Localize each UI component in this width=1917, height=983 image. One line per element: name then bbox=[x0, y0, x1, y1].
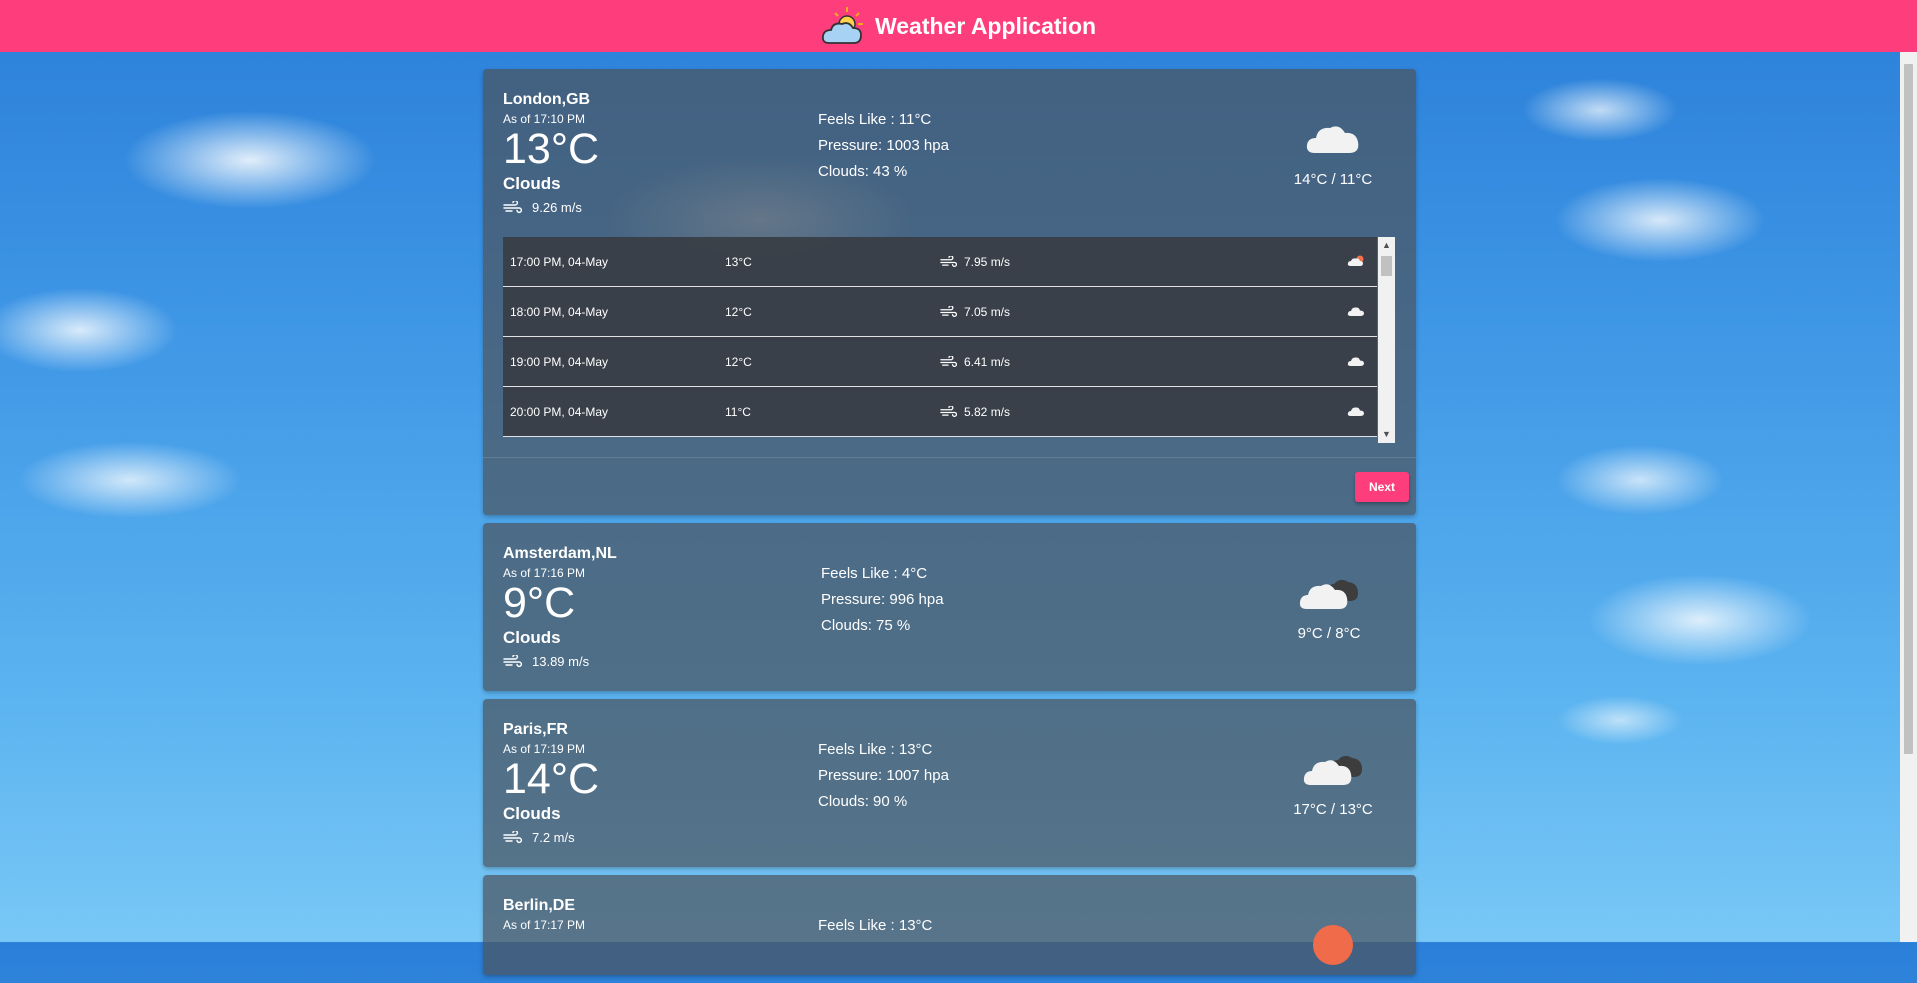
weather-card-london[interactable]: London,GB As of 17:10 PM 13°C Clouds 9.2… bbox=[483, 69, 1416, 515]
pressure: Pressure: 996 hpa bbox=[821, 591, 944, 608]
as-of-time: As of 17:17 PM bbox=[503, 918, 586, 932]
cloud-icon bbox=[1306, 126, 1359, 153]
temp-min-max: 14°C / 11°C bbox=[1293, 171, 1373, 188]
city-name: Paris,FR bbox=[503, 721, 568, 738]
wind-icon bbox=[503, 201, 522, 214]
weather-list: London,GB As of 17:10 PM 13°C Clouds 9.2… bbox=[483, 69, 1416, 983]
forecast-scroll-thumb[interactable] bbox=[1381, 256, 1392, 276]
as-of-time: As of 17:16 PM bbox=[503, 566, 586, 580]
forecast-wind-value: 7.05 m/s bbox=[964, 304, 1011, 319]
city-name: Amsterdam,NL bbox=[503, 545, 617, 562]
sun-icon bbox=[1313, 925, 1353, 965]
wind-icon bbox=[940, 255, 957, 267]
wind-speed: 9.26 m/s bbox=[503, 200, 599, 215]
forecast-wind-value: 6.41 m/s bbox=[964, 354, 1011, 369]
temp-min-max: 9°C / 8°C bbox=[1297, 625, 1361, 642]
forecast-row: 17:00 PM, 04-May 13°C 7.95 m/s bbox=[503, 237, 1377, 287]
hourly-forecast-list[interactable]: 17:00 PM, 04-May 13°C 7.95 m/s 18:00 PM,… bbox=[503, 237, 1395, 443]
feels-like: Feels Like : 4°C bbox=[821, 565, 928, 582]
weather-card-paris[interactable]: Paris,FR As of 17:19 PM 14°C Clouds 7.2 … bbox=[483, 699, 1416, 867]
pressure: Pressure: 1003 hpa bbox=[818, 137, 949, 154]
forecast-wind: 7.05 m/s bbox=[940, 305, 1010, 319]
forecast-temp: 12°C bbox=[725, 304, 752, 319]
wind-speed: 7.2 m/s bbox=[503, 830, 599, 845]
weather-card-amsterdam[interactable]: Amsterdam,NL As of 17:16 PM 9°C Clouds 1… bbox=[483, 523, 1416, 691]
weather-summary bbox=[1288, 923, 1378, 975]
scroll-down-icon[interactable]: ▼ bbox=[1378, 426, 1395, 443]
broken-clouds-icon bbox=[1303, 755, 1362, 785]
cloudiness: Clouds: 90 % bbox=[818, 793, 908, 810]
weather-summary: 17°C / 13°C bbox=[1288, 747, 1378, 818]
page-scroll-thumb[interactable] bbox=[1904, 64, 1913, 754]
forecast-row: 19:00 PM, 04-May 12°C 6.41 m/s bbox=[503, 337, 1377, 387]
wind-icon bbox=[940, 355, 957, 367]
forecast-time: 17:00 PM, 04-May bbox=[510, 254, 609, 269]
forecast-wind-value: 7.95 m/s bbox=[964, 254, 1011, 269]
cloud-icon bbox=[1347, 307, 1364, 316]
wind-speed: 13.89 m/s bbox=[503, 654, 617, 669]
weather-condition: Clouds bbox=[503, 628, 561, 647]
forecast-wind: 6.41 m/s bbox=[940, 355, 1010, 369]
cloudiness: Clouds: 75 % bbox=[821, 617, 911, 634]
feels-like: Feels Like : 11°C bbox=[818, 111, 932, 128]
wind-speed-value: 13.89 m/s bbox=[532, 654, 590, 669]
as-of-time: As of 17:19 PM bbox=[503, 742, 586, 756]
cloudiness: Clouds: 43 % bbox=[818, 163, 908, 180]
forecast-temp: 11°C bbox=[725, 404, 751, 419]
app-header: Weather Application bbox=[0, 0, 1917, 52]
feels-like: Feels Like : 13°C bbox=[818, 741, 933, 758]
forecast-row: 20:00 PM, 04-May 11°C 5.82 m/s bbox=[503, 387, 1377, 437]
weather-details: Feels Like : 13°C bbox=[818, 917, 932, 943]
cloud-icon bbox=[1347, 357, 1364, 366]
forecast-time: 20:00 PM, 04-May bbox=[510, 404, 609, 419]
weather-details: Feels Like : 11°C Pressure: 1003 hpa Clo… bbox=[818, 111, 949, 189]
forecast-scrollbar[interactable]: ▲ ▼ bbox=[1378, 237, 1395, 443]
forecast-wind: 7.95 m/s bbox=[940, 255, 1010, 269]
forecast-wind-value: 5.82 m/s bbox=[964, 404, 1011, 419]
weather-condition: Clouds bbox=[503, 804, 561, 823]
next-button[interactable]: Next bbox=[1355, 472, 1409, 502]
city-name: London,GB bbox=[503, 91, 591, 108]
cloud-icon bbox=[1347, 407, 1364, 416]
wind-icon bbox=[503, 831, 522, 844]
forecast-wind: 5.82 m/s bbox=[940, 405, 1010, 419]
weather-summary: 14°C / 11°C bbox=[1288, 117, 1378, 188]
weather-summary: 9°C / 8°C bbox=[1284, 571, 1374, 642]
current-temperature: 14°C bbox=[503, 755, 600, 803]
scroll-up-icon[interactable]: ▲ bbox=[1378, 237, 1395, 254]
forecast-time: 19:00 PM, 04-May bbox=[510, 354, 609, 369]
weather-details: Feels Like : 13°C Pressure: 1007 hpa Clo… bbox=[818, 741, 949, 819]
broken-clouds-icon bbox=[1299, 579, 1358, 609]
cloud-sun-icon bbox=[1347, 255, 1364, 266]
weather-card-berlin[interactable]: Berlin,DE As of 17:17 PM Feels Like : 13… bbox=[483, 875, 1416, 975]
current-temperature: 9°C bbox=[503, 579, 576, 627]
weather-details: Feels Like : 4°C Pressure: 996 hpa Cloud… bbox=[821, 565, 944, 643]
current-temperature: 13°C bbox=[503, 125, 600, 173]
feels-like: Feels Like : 13°C bbox=[818, 917, 933, 934]
wind-icon bbox=[940, 405, 957, 417]
forecast-temp: 13°C bbox=[725, 254, 752, 269]
forecast-temp: 12°C bbox=[725, 354, 752, 369]
card-divider bbox=[483, 457, 1416, 458]
weather-logo-icon bbox=[821, 7, 863, 44]
forecast-row: 18:00 PM, 04-May 12°C 7.05 m/s bbox=[503, 287, 1377, 337]
app-title: Weather Application bbox=[874, 12, 1097, 39]
pressure: Pressure: 1007 hpa bbox=[818, 767, 949, 784]
weather-condition: Clouds bbox=[503, 174, 561, 193]
wind-speed-value: 9.26 m/s bbox=[532, 200, 582, 215]
wind-icon bbox=[940, 305, 957, 317]
forecast-time: 18:00 PM, 04-May bbox=[510, 304, 609, 319]
temp-min-max: 17°C / 13°C bbox=[1293, 801, 1373, 818]
wind-icon bbox=[503, 655, 522, 668]
as-of-time: As of 17:10 PM bbox=[503, 112, 586, 126]
page-scrollbar[interactable] bbox=[1900, 52, 1917, 942]
city-name: Berlin,DE bbox=[503, 897, 576, 914]
wind-speed-value: 7.2 m/s bbox=[532, 830, 575, 845]
